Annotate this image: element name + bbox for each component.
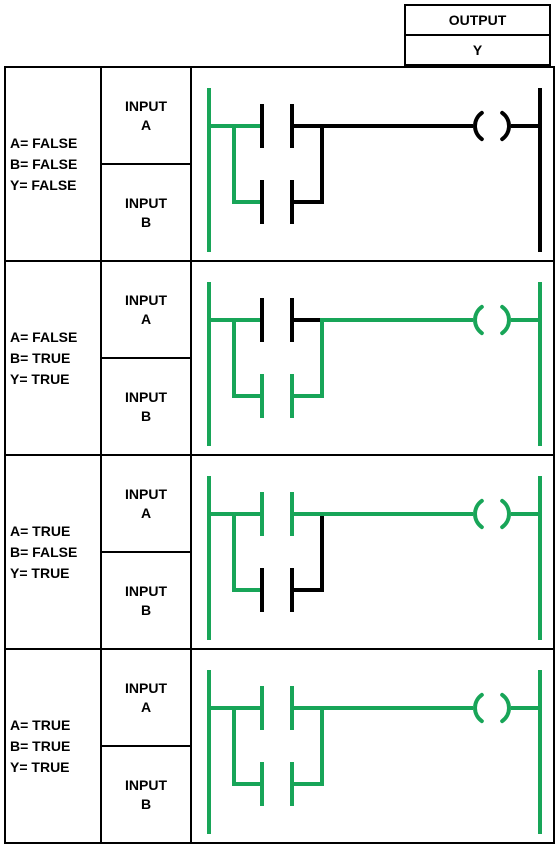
output-header-label: OUTPUT xyxy=(404,4,551,34)
state-values: A= FALSEB= FALSEY= FALSE xyxy=(6,68,102,260)
input-b-label: INPUTB xyxy=(102,747,190,842)
state-b: B= TRUE xyxy=(10,736,100,757)
state-a: A= FALSE xyxy=(10,327,100,348)
ladder-rung xyxy=(192,650,553,842)
state-b: B= TRUE xyxy=(10,348,100,369)
state-a: A= TRUE xyxy=(10,521,100,542)
state-y: Y= TRUE xyxy=(10,563,100,584)
truth-table-row: A= FALSEB= FALSEY= FALSEINPUTAINPUTB xyxy=(6,66,553,260)
state-values: A= TRUEB= TRUEY= TRUE xyxy=(6,650,102,842)
output-y-label: Y xyxy=(404,34,551,66)
ladder-rung xyxy=(192,262,553,454)
state-y: Y= FALSE xyxy=(10,175,100,196)
truth-table-row: A= TRUEB= FALSEY= TRUEINPUTAINPUTB xyxy=(6,454,553,648)
state-y: Y= TRUE xyxy=(10,757,100,778)
truth-table-row: A= TRUEB= TRUEY= TRUEINPUTAINPUTB xyxy=(6,648,553,842)
input-b-label: INPUTB xyxy=(102,553,190,648)
input-a-label: INPUTA xyxy=(102,456,190,553)
input-labels: INPUTAINPUTB xyxy=(102,68,192,260)
ladder-rung xyxy=(192,68,553,260)
truth-table-row: A= FALSEB= TRUEY= TRUEINPUTAINPUTB xyxy=(6,260,553,454)
input-labels: INPUTAINPUTB xyxy=(102,456,192,648)
state-a: A= TRUE xyxy=(10,715,100,736)
input-b-label: INPUTB xyxy=(102,359,190,454)
ladder-rung xyxy=(192,456,553,648)
state-values: A= FALSEB= TRUEY= TRUE xyxy=(6,262,102,454)
state-b: B= FALSE xyxy=(10,542,100,563)
state-y: Y= TRUE xyxy=(10,369,100,390)
input-labels: INPUTAINPUTB xyxy=(102,650,192,842)
input-a-label: INPUTA xyxy=(102,262,190,359)
input-b-label: INPUTB xyxy=(102,165,190,260)
state-values: A= TRUEB= FALSEY= TRUE xyxy=(6,456,102,648)
input-a-label: INPUTA xyxy=(102,68,190,165)
input-a-label: INPUTA xyxy=(102,650,190,747)
state-a: A= FALSE xyxy=(10,133,100,154)
state-b: B= FALSE xyxy=(10,154,100,175)
input-labels: INPUTAINPUTB xyxy=(102,262,192,454)
ladder-logic-table: A= FALSEB= FALSEY= FALSEINPUTAINPUTBA= F… xyxy=(4,66,555,844)
